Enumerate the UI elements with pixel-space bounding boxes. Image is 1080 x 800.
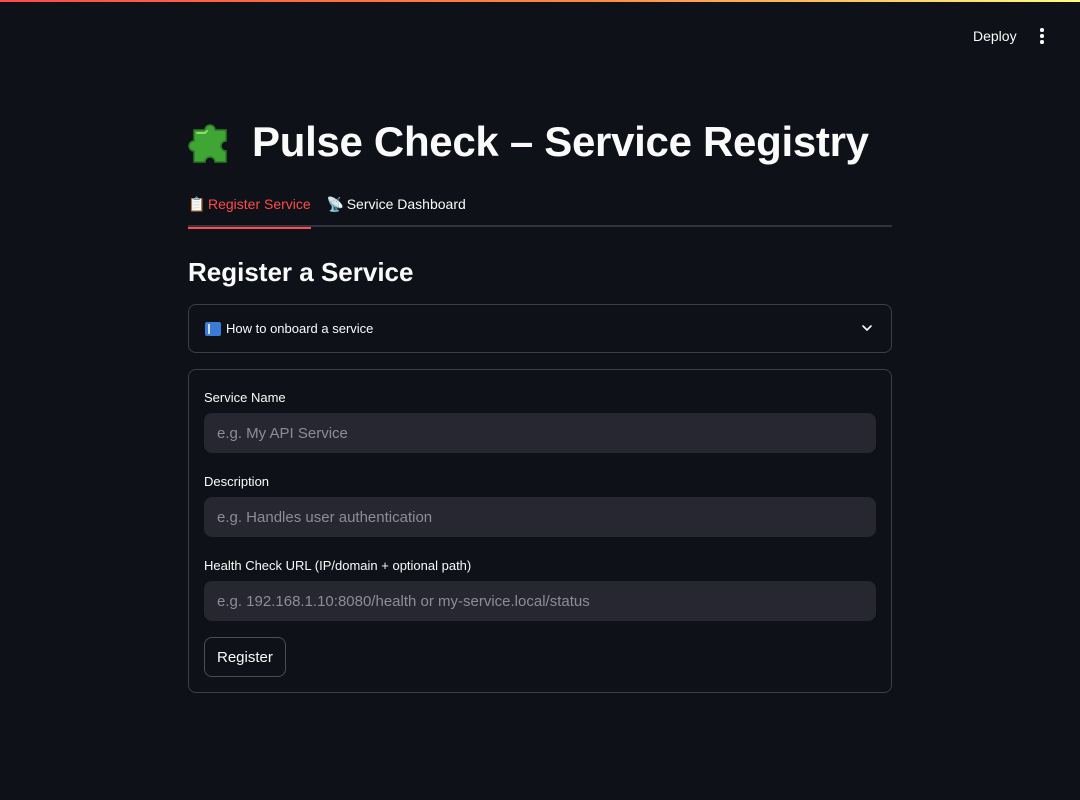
expander-label: How to onboard a service (226, 321, 374, 336)
deploy-button[interactable]: Deploy (962, 24, 1028, 48)
clipboard-icon: 📋 (188, 196, 206, 212)
onboarding-expander[interactable]: How to onboard a service (188, 304, 892, 353)
page-title: Pulse Check – Service Registry (188, 116, 892, 168)
description-label: Description (204, 474, 270, 489)
blue-book-icon (205, 321, 221, 336)
health-check-url-label: Health Check URL (IP/domain + optional p… (204, 558, 472, 573)
description-input[interactable] (204, 497, 876, 537)
section-heading: Register a Service (188, 257, 414, 287)
chevron-down-icon (862, 325, 872, 331)
health-check-url-input[interactable] (204, 581, 876, 621)
vertical-ellipsis-icon[interactable] (1030, 24, 1054, 48)
service-name-label: Service Name (204, 390, 286, 405)
tab-register-service[interactable]: 📋 Register Service (188, 190, 311, 229)
tab-label: Service Dashboard (346, 196, 466, 212)
satellite-antenna-icon: 📡 (326, 196, 345, 212)
tab-label: Register Service (208, 196, 311, 212)
register-form: Service Name Description Health Check UR… (188, 369, 892, 693)
register-button[interactable]: Register (204, 637, 286, 677)
menu-dot (1040, 28, 1044, 32)
tab-service-dashboard[interactable]: 📡 Service Dashboard (327, 190, 466, 227)
service-name-input[interactable] (204, 413, 876, 453)
app-header: Deploy (0, 0, 1080, 60)
puzzle-piece-icon (188, 124, 227, 163)
menu-dot (1040, 40, 1044, 44)
page-title-text: Pulse Check – Service Registry (252, 118, 869, 165)
tab-bar: 📋 Register Service 📡 Service Dashboard (188, 190, 892, 229)
menu-dot (1040, 34, 1044, 38)
